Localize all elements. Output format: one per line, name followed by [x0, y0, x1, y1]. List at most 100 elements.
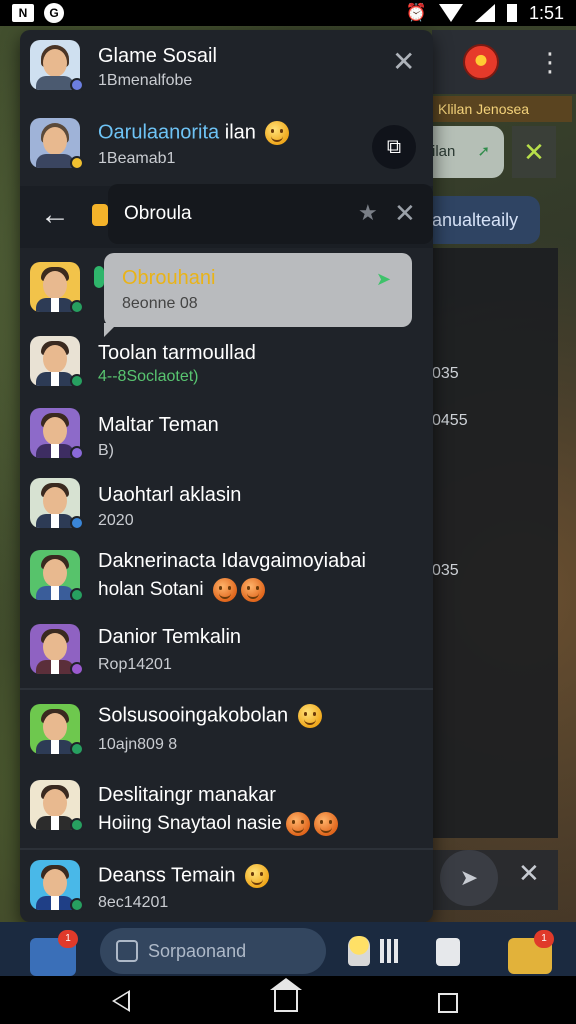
status-badge: [70, 818, 84, 832]
share-icon[interactable]: ⧉: [372, 125, 416, 169]
nav-back-icon[interactable]: [112, 990, 130, 1012]
send-arrow-icon[interactable]: ➤: [376, 269, 391, 290]
game-number: 035: [432, 562, 459, 579]
game-banner: Klilan Jenosea: [432, 96, 572, 122]
chat-subtitle: 2020: [98, 512, 134, 529]
chat-title-text: Solsusooingakobolan: [98, 704, 289, 727]
close-icon[interactable]: ✕: [518, 858, 540, 889]
search-placeholder: Sorpaonand: [148, 941, 247, 961]
search-input[interactable]: Sorpaonand: [100, 928, 326, 974]
unread-indicator: [94, 266, 104, 288]
game-chip-label: ilan: [432, 143, 456, 160]
status-badge: [70, 898, 84, 912]
chat-subtitle-text: Hoiing Snaytaol nasie: [98, 813, 282, 835]
sticker-icon: [92, 204, 108, 226]
signal-icon: [474, 4, 495, 22]
orange-emoji-icon: [285, 812, 310, 836]
nav-recents-icon[interactable]: [438, 993, 458, 1013]
chat-subtitle: Hoiing Snaytaol nasie: [98, 812, 338, 836]
chat-subtitle-text: holan Sotani: [98, 579, 204, 601]
chat-subtitle: 10ajn809 8: [98, 736, 178, 753]
chat-title: Danior Temkalin: [98, 626, 242, 648]
tooltip-subtitle: 8eonne 08: [122, 295, 198, 312]
orange-emoji-icon: [240, 578, 265, 602]
chat-subtitle: Rop14201: [98, 656, 172, 673]
divider: [20, 688, 433, 690]
close-icon[interactable]: ✕: [394, 198, 416, 229]
conversation-title-name: Oarulaanorita: [98, 121, 220, 144]
panel-header[interactable]: Glame Sosail 1Bmenalfobe: [20, 30, 433, 100]
conversation-subtitle: 1Beamab1: [98, 150, 176, 167]
status-badge: [70, 374, 84, 388]
tooltip-title: Obrouhani: [122, 267, 216, 289]
list-item[interactable]: Uaohtarl aklasin 2020: [20, 472, 433, 544]
stats-icon[interactable]: [380, 939, 398, 963]
app-notification-icon: N: [12, 4, 34, 22]
lock-icon[interactable]: [436, 938, 460, 966]
close-panel-button[interactable]: ✕: [392, 48, 415, 76]
chat-title: Deanss Temain: [98, 864, 270, 888]
conversation-title-suffix: ilan: [219, 121, 256, 144]
chat-notification-icon: G: [44, 3, 64, 23]
chat-title: Toolan tarmoullad: [98, 342, 256, 364]
orange-emoji-icon: [313, 812, 338, 836]
back-arrow-icon[interactable]: ←: [40, 200, 70, 230]
list-item[interactable]: Toolan tarmoullad 4--8Soclaotet): [20, 330, 433, 400]
chat-subtitle: B): [98, 442, 114, 459]
list-item[interactable]: Maltar Teman B): [20, 402, 433, 472]
status-badge: [70, 300, 84, 314]
search-popup[interactable]: Obroula ★ ✕: [108, 184, 433, 244]
toolbar-icons: [348, 936, 398, 966]
game-number: 035: [432, 365, 459, 382]
map-badge: 1: [58, 930, 78, 948]
conversation-title: Oarulaanorita ilan: [98, 121, 290, 145]
send-icon[interactable]: ➤: [440, 850, 498, 906]
chat-subtitle: 4--8Soclaotet): [98, 368, 199, 385]
smile-emoji-icon: [265, 121, 290, 145]
nav-home-icon[interactable]: [270, 978, 302, 1012]
star-icon[interactable]: ★: [358, 200, 378, 226]
chat-title: Maltar Teman: [98, 414, 219, 436]
wifi-icon: [438, 4, 463, 22]
battery-icon: [506, 4, 517, 22]
orange-emoji-icon: [212, 578, 237, 602]
chat-subtitle: holan Sotani: [98, 578, 265, 602]
status-badge: [70, 588, 84, 602]
more-vert-icon[interactable]: ⋮: [537, 48, 563, 76]
divider: [20, 848, 433, 850]
status-badge: [70, 156, 84, 170]
chat-title: Uaohtarl aklasin: [98, 484, 242, 506]
status-badge: [70, 662, 84, 676]
edit-icon: ➚: [477, 143, 491, 160]
lightbulb-icon[interactable]: [348, 936, 370, 966]
chat-panel: Glame Sosail 1Bmenalfobe ✕ Oarulaanorita…: [20, 30, 433, 922]
search-icon: [116, 940, 138, 962]
status-badge: [70, 516, 84, 530]
clock: 1:51: [528, 2, 564, 23]
smile-emoji-icon: [297, 704, 322, 728]
list-item[interactable]: Deslitaingr manakar Hoiing Snaytaol nasi…: [20, 772, 433, 848]
panel-subtitle: 1Bmenalfobe: [98, 72, 193, 89]
chat-title-text: Deanss Temain: [98, 864, 236, 887]
status-bar: N G ⏰ 1:51: [0, 0, 576, 26]
list-item[interactable]: Daknerinacta Idavgaimoyiabai holan Sotan…: [20, 544, 433, 620]
chest-badge: 1: [534, 930, 554, 948]
alarm-icon: ⏰: [405, 3, 427, 22]
game-pill-button[interactable]: anualteaily: [420, 196, 540, 244]
list-item[interactable]: Deanss Temain 8ec14201: [20, 852, 433, 922]
list-item[interactable]: Solsusooingakobolan 10ajn809 8: [20, 694, 433, 770]
status-badge: [70, 78, 84, 92]
game-side-panel: [432, 248, 558, 838]
list-item[interactable]: Danior Temkalin Rop14201: [20, 620, 433, 690]
game-profile-avatar[interactable]: [463, 44, 499, 80]
chat-title: Solsusooingakobolan: [98, 704, 322, 728]
close-game-chip-button[interactable]: ✕: [512, 126, 556, 178]
smile-emoji-icon: [245, 864, 270, 888]
chat-title: Deslitaingr manakar: [98, 784, 276, 806]
chat-title: Daknerinacta Idavgaimoyiabai: [98, 550, 366, 572]
game-number: 0455: [432, 412, 468, 429]
preview-tooltip[interactable]: Obrouhani 8eonne 08 ➤: [104, 253, 412, 337]
panel-title: Glame Sosail: [98, 45, 217, 67]
status-badge: [70, 446, 84, 460]
search-popup-label: Obroula: [124, 203, 192, 224]
